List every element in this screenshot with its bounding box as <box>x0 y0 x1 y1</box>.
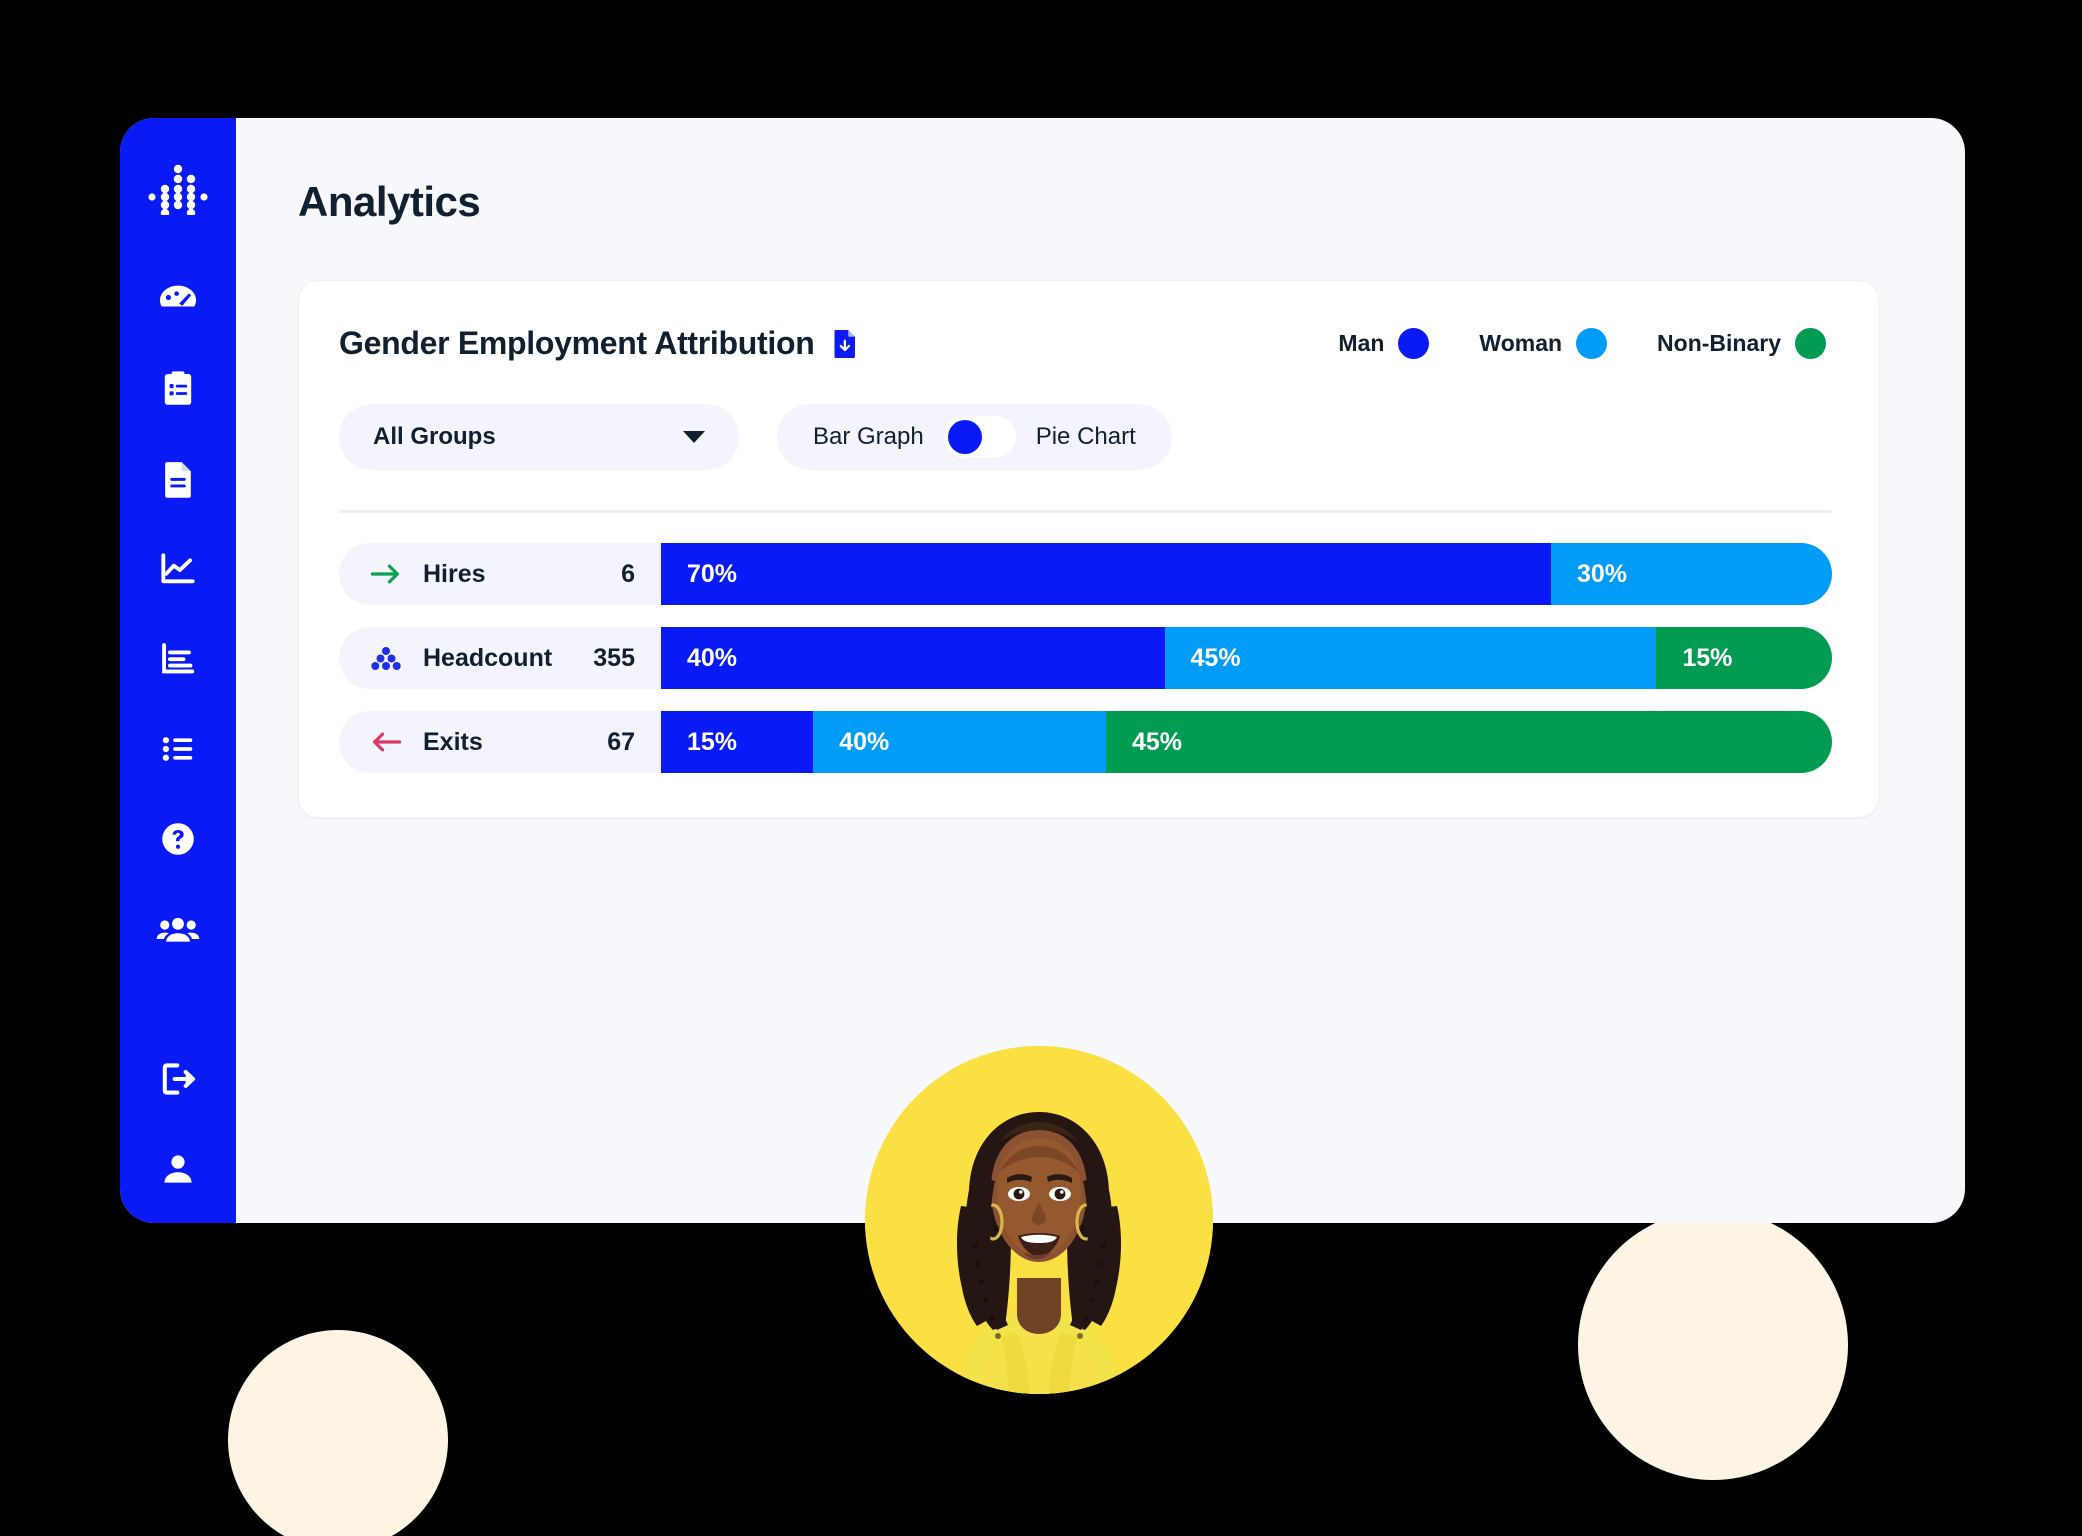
bar-segment-woman: 45% <box>1164 627 1657 689</box>
stacked-bar-headcount: 40% 45% 15% <box>661 627 1832 689</box>
decorative-circle-left <box>228 1330 448 1536</box>
row-label-headcount: Headcount 355 <box>339 627 661 689</box>
toggle-label-bar-graph[interactable]: Bar Graph <box>813 423 924 451</box>
bar-segment-non-binary: 45% <box>1105 711 1832 773</box>
user-avatar-photo[interactable] <box>865 1046 1213 1394</box>
sidebar-item-help[interactable] <box>141 802 215 876</box>
card-title: Gender Employment Attribution <box>339 325 815 361</box>
sidebar-item-logout[interactable] <box>141 1042 215 1116</box>
legend-dot-non-binary <box>1795 328 1826 359</box>
group-filter-select[interactable]: All Groups <box>339 404 739 470</box>
bar-segment-man: 40% <box>661 627 1165 689</box>
row-name-hires: Hires <box>423 559 486 588</box>
bar-value-label: 70% <box>687 559 738 588</box>
bar-segment-man: 70% <box>661 543 1551 605</box>
legend-item-non-binary[interactable]: Non-Binary <box>1657 328 1826 359</box>
row-label-hires: Hires 6 <box>339 543 661 605</box>
legend-label-man: Man <box>1338 330 1385 356</box>
bar-value-label: 40% <box>687 643 738 672</box>
sidebar-item-people[interactable] <box>141 892 215 966</box>
row-count-hires: 6 <box>621 559 635 588</box>
document-download-icon[interactable] <box>832 329 858 359</box>
bar-value-label: 30% <box>1576 559 1627 588</box>
legend-item-man[interactable]: Man <box>1338 328 1430 359</box>
card-divider <box>339 510 1832 513</box>
analytics-card: Gender Employment Attribution Man Woman … <box>298 280 1879 818</box>
legend-dot-man <box>1398 328 1430 359</box>
chart-rows: Hires 6 70% 30% Headcount 355 40% 45% 15… <box>339 543 1832 773</box>
chart-legend: Man Woman Non-Binary <box>1338 328 1832 359</box>
toggle-knob <box>947 420 982 454</box>
sidebar-item-lists[interactable] <box>141 712 215 786</box>
sidebar <box>120 118 236 1223</box>
page-title: Analytics <box>298 178 481 225</box>
bar-segment-woman: 30% <box>1550 543 1832 605</box>
bar-value-label: 15% <box>1682 643 1733 672</box>
row-count-exits: 67 <box>607 727 635 756</box>
stacked-bar-hires: 70% 30% <box>661 543 1832 605</box>
sidebar-item-reports[interactable] <box>141 622 215 696</box>
row-name-exits: Exits <box>423 727 483 756</box>
sidebar-item-profile[interactable] <box>141 1132 215 1206</box>
row-count-headcount: 355 <box>593 643 635 672</box>
bar-segment-woman: 40% <box>813 711 1106 773</box>
bar-value-label: 15% <box>687 727 738 756</box>
bar-value-label: 40% <box>839 727 890 756</box>
dots-pyramid-icon <box>365 645 407 671</box>
chart-controls: All Groups Bar Graph Pie Chart <box>339 404 1832 470</box>
toggle-label-pie-chart[interactable]: Pie Chart <box>1036 423 1136 451</box>
stacked-bar-exits: 15% 40% 45% <box>661 711 1832 773</box>
sidebar-item-documents[interactable] <box>141 442 215 516</box>
sidebar-item-trends[interactable] <box>141 532 215 606</box>
view-toggle-switch[interactable] <box>943 416 1016 458</box>
arrow-right-icon <box>365 561 407 587</box>
legend-item-woman[interactable]: Woman <box>1479 328 1608 359</box>
card-title-wrap: Gender Employment Attribution <box>339 325 858 362</box>
bar-value-label: 45% <box>1131 727 1183 756</box>
table-row[interactable]: Headcount 355 40% 45% 15% <box>339 627 1832 689</box>
sidebar-item-tasks[interactable] <box>141 352 215 426</box>
screenshot-stage: Analytics Gender Employment Attribution <box>0 0 2082 1536</box>
view-toggle-group: Bar Graph Pie Chart <box>777 404 1172 470</box>
legend-label-woman: Woman <box>1479 330 1563 356</box>
bar-segment-non-binary: 15% <box>1656 627 1832 689</box>
decorative-circle-right <box>1578 1210 1848 1480</box>
group-filter-value: All Groups <box>373 423 496 450</box>
table-row[interactable]: Hires 6 70% 30% <box>339 543 1832 605</box>
sidebar-item-dashboard[interactable] <box>141 262 215 336</box>
bar-value-label: 45% <box>1190 643 1241 672</box>
table-row[interactable]: Exits 67 15% 40% 45% <box>339 711 1832 773</box>
arrow-left-icon <box>365 729 407 755</box>
row-name-headcount: Headcount <box>423 643 553 672</box>
legend-label-non-binary: Non-Binary <box>1657 330 1781 356</box>
chevron-down-icon <box>683 431 705 443</box>
bar-segment-man: 15% <box>661 711 814 773</box>
legend-dot-woman <box>1576 328 1608 359</box>
dot-matrix-logo-icon[interactable] <box>141 152 215 226</box>
card-header: Gender Employment Attribution Man Woman … <box>339 325 1832 362</box>
row-label-exits: Exits 67 <box>339 711 661 773</box>
